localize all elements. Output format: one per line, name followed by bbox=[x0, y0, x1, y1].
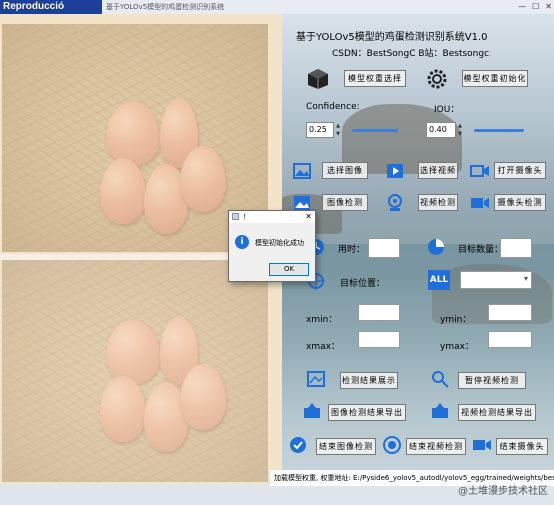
select-video-button[interactable]: 选择视频 bbox=[418, 162, 458, 179]
end-image-icon bbox=[288, 436, 308, 454]
webcam-icon bbox=[385, 194, 405, 212]
image-icon bbox=[292, 162, 312, 180]
xmin-label: xmin： bbox=[306, 315, 338, 325]
end-camera-icon bbox=[472, 436, 492, 454]
dialog-ok-button[interactable]: OK bbox=[269, 263, 309, 276]
detection-result-view bbox=[2, 260, 268, 482]
ymin-value bbox=[488, 304, 532, 321]
export-video-button[interactable]: 视频检测结果导出 bbox=[458, 404, 536, 421]
ymax-label: ymax： bbox=[440, 342, 474, 352]
corner-watermark: @土堆漫步技术社区 bbox=[458, 486, 548, 497]
xmax-label: xmax： bbox=[306, 342, 340, 352]
window-title: 基于YOLOv5模型的鸡蛋检测识别系统 bbox=[106, 3, 225, 11]
dialog-title-bar: ！ ✕ bbox=[229, 211, 315, 223]
camera-icon bbox=[470, 162, 490, 180]
iou-slider[interactable] bbox=[474, 129, 524, 132]
target-select-dropdown[interactable]: ▾ bbox=[460, 271, 532, 289]
dialog-message: 模型初始化成功 bbox=[255, 239, 304, 247]
pie-chart-icon bbox=[426, 238, 446, 256]
init-success-dialog: ！ ✕ i 模型初始化成功 OK bbox=[228, 210, 316, 282]
end-image-button[interactable]: 结束图像检测 bbox=[316, 438, 376, 455]
end-camera-button[interactable]: 结束摄像头 bbox=[496, 438, 548, 455]
pause-video-button[interactable]: 暂停视频检测 bbox=[458, 372, 526, 389]
image-detect-button[interactable]: 图像检测 bbox=[322, 194, 368, 211]
export-video-icon bbox=[430, 402, 450, 420]
end-video-icon bbox=[382, 436, 402, 454]
target-count-label: 目标数量： bbox=[458, 245, 504, 255]
ymax-value bbox=[488, 331, 532, 348]
export-image-icon bbox=[302, 402, 322, 420]
all-badge-icon: ALL bbox=[428, 270, 450, 290]
confidence-input[interactable]: 0.25 bbox=[306, 122, 334, 138]
camera-detect-icon bbox=[470, 194, 490, 212]
minimize-button[interactable]: — bbox=[518, 0, 526, 14]
time-label: 用时： bbox=[338, 245, 366, 255]
author-info: CSDN：BestSongC B站：Bestsongc bbox=[332, 49, 490, 59]
time-value bbox=[368, 238, 400, 258]
camera-detect-button[interactable]: 摄像头检测 bbox=[494, 194, 546, 211]
ymin-label: ymin： bbox=[440, 315, 472, 325]
playback-paused-banner: Reproducció pausada bbox=[0, 0, 102, 26]
video-icon bbox=[385, 162, 405, 180]
iou-label: IOU： bbox=[434, 105, 460, 115]
select-weights-button[interactable]: 模型权重选择 bbox=[344, 70, 406, 87]
window-controls: — ☐ ✕ bbox=[518, 0, 552, 14]
video-detect-button[interactable]: 视频检测 bbox=[418, 194, 458, 211]
app-title: 基于YOLOv5模型的鸡蛋检测识别系统V1.0 bbox=[296, 32, 488, 43]
export-image-button[interactable]: 图像检测结果导出 bbox=[328, 404, 406, 421]
target-position-label: 目标位置： bbox=[340, 279, 386, 289]
end-video-button[interactable]: 结束视频检测 bbox=[406, 438, 466, 455]
open-camera-button[interactable]: 打开摄像头 bbox=[494, 162, 546, 179]
confidence-label: Confidence: bbox=[306, 102, 360, 112]
window-title-bar: 基于YOLOv5模型的鸡蛋检测识别系统 — ☐ ✕ bbox=[102, 0, 554, 14]
dialog-close-button[interactable]: ✕ bbox=[305, 211, 312, 223]
show-result-button[interactable]: 检测结果展示 bbox=[340, 372, 398, 389]
search-icon bbox=[430, 370, 450, 388]
info-icon: i bbox=[235, 235, 249, 249]
result-display-icon bbox=[306, 370, 326, 388]
confidence-spinner[interactable]: ▲ ▼ bbox=[334, 122, 342, 138]
select-image-button[interactable]: 选择图像 bbox=[322, 162, 368, 179]
init-gear-icon bbox=[426, 68, 448, 90]
dialog-title: ！ bbox=[243, 213, 250, 221]
model-cube-icon bbox=[306, 68, 330, 90]
xmax-value bbox=[358, 331, 400, 348]
app-icon bbox=[232, 213, 239, 220]
iou-input[interactable]: 0.40 bbox=[426, 122, 456, 138]
control-panel: 基于YOLOv5模型的鸡蛋检测识别系统V1.0 CSDN：BestSongC B… bbox=[282, 14, 554, 484]
confidence-slider[interactable] bbox=[352, 129, 398, 132]
iou-spinner[interactable]: ▲ ▼ bbox=[456, 122, 464, 138]
xmin-value bbox=[358, 304, 400, 321]
init-weights-button[interactable]: 模型权重初始化 bbox=[462, 70, 528, 87]
close-button[interactable]: ✕ bbox=[545, 0, 552, 14]
maximize-button[interactable]: ☐ bbox=[532, 0, 539, 14]
target-count-value bbox=[500, 238, 532, 258]
